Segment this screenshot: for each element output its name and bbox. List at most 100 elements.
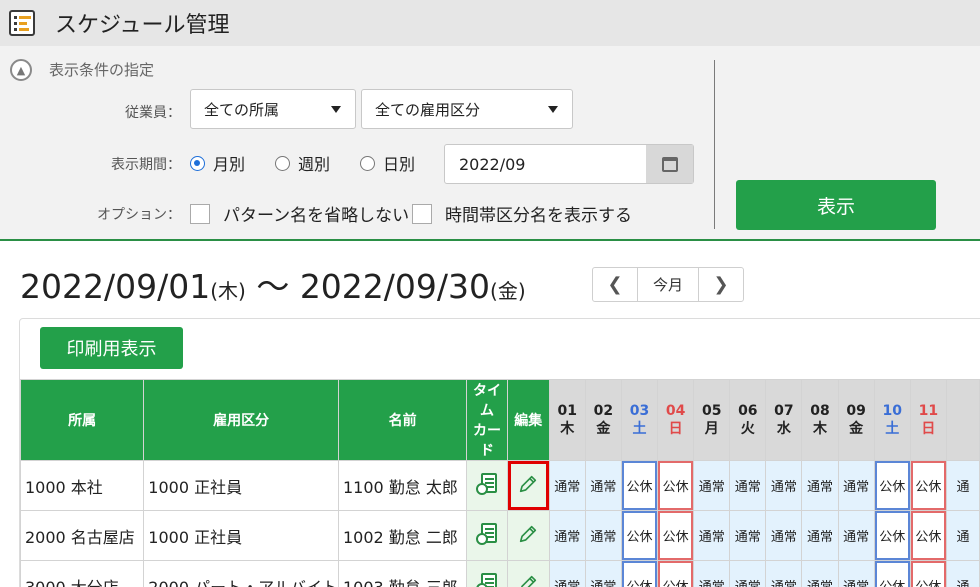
chevron-right-icon: ❯ bbox=[713, 274, 729, 295]
schedule-cell[interactable]: 通常 bbox=[693, 560, 731, 587]
timecard-icon[interactable] bbox=[476, 572, 498, 587]
schedule-cell[interactable]: 公休 bbox=[657, 510, 695, 561]
schedule-cell[interactable]: 公休 bbox=[873, 560, 911, 587]
pencil-icon[interactable] bbox=[517, 575, 539, 587]
schedule-cell[interactable]: 通常 bbox=[837, 460, 875, 511]
timecard-icon[interactable] bbox=[476, 472, 498, 495]
column-header-department: 所属 bbox=[19, 379, 145, 461]
schedule-cell[interactable]: 通 bbox=[945, 460, 980, 511]
schedule-cell[interactable]: 通常 bbox=[548, 510, 586, 561]
chevron-left-icon: ❮ bbox=[607, 274, 623, 295]
schedule-cell[interactable]: 通常 bbox=[801, 560, 839, 587]
radio-unselected-icon bbox=[275, 155, 290, 171]
edit-cell[interactable] bbox=[506, 460, 550, 511]
timecard-cell bbox=[466, 460, 508, 511]
schedule-cell[interactable]: 通常 bbox=[765, 510, 803, 561]
schedule-cell[interactable]: 通常 bbox=[729, 560, 767, 587]
period-radio-weekly[interactable]: 週別 bbox=[275, 151, 330, 175]
schedule-cell[interactable]: 公休 bbox=[620, 460, 659, 511]
day-dow: 火 bbox=[740, 421, 755, 437]
schedule-cell[interactable]: 公休 bbox=[873, 510, 911, 561]
employment-type-cell: 1000 正社員 bbox=[143, 510, 339, 561]
schedule-table: 所属 雇用区分 名前 タイム カード 編集 01 木 02 金 03 土 04 日 05… bbox=[19, 379, 980, 587]
page-title: スケジュール管理 bbox=[55, 13, 230, 38]
day-header: 06 火 bbox=[729, 379, 767, 461]
filter-section-label: 表示条件の指定 bbox=[49, 61, 155, 79]
department-cell: 1000 本社 bbox=[19, 460, 145, 511]
schedule-cell[interactable]: 通常 bbox=[837, 560, 875, 587]
timecard-icon[interactable] bbox=[476, 522, 498, 545]
calendar-button[interactable] bbox=[646, 145, 693, 183]
column-header-timecard: タイム カード bbox=[466, 379, 508, 461]
schedule-cell[interactable]: 公休 bbox=[909, 560, 947, 587]
table-row: 2000 名古屋店 1000 正社員 1002 勤怠 二郎 通常 通常 公休 公休 通常 通常通… bbox=[19, 510, 980, 561]
table-row: 1000 本社 1000 正社員 1100 勤怠 太郎 通常 通常 公休 公休 通常 通常 通常通… bbox=[19, 460, 980, 511]
schedule-cell[interactable]: 通常 bbox=[693, 510, 731, 561]
print-view-button[interactable]: 印刷用表示 bbox=[40, 327, 183, 369]
schedule-cell[interactable]: 通常 bbox=[584, 560, 622, 587]
month-input[interactable]: 2022/09 bbox=[444, 144, 694, 184]
schedule-cell[interactable]: 通常 bbox=[801, 510, 839, 561]
schedule-cell[interactable]: 通 bbox=[945, 560, 980, 587]
employment-type-select[interactable]: 全ての雇用区分 bbox=[361, 89, 573, 129]
schedule-cell[interactable]: 通常 bbox=[837, 510, 875, 561]
option-pattern-name-checkbox[interactable]: パターン名を省略しない bbox=[190, 201, 409, 226]
day-dow: 日 bbox=[668, 421, 683, 437]
schedule-cell[interactable]: 通常 bbox=[765, 460, 803, 511]
schedule-cell[interactable]: 通常 bbox=[584, 460, 622, 511]
day-header bbox=[945, 379, 980, 461]
checkbox-icon bbox=[412, 203, 432, 224]
schedule-cell[interactable]: 公休 bbox=[657, 560, 695, 587]
option-time-zone-checkbox[interactable]: 時間帯区分名を表示する bbox=[412, 201, 632, 226]
show-button[interactable]: 表示 bbox=[736, 180, 936, 230]
edit-cell[interactable] bbox=[506, 510, 550, 561]
employment-type-cell: 1000 正社員 bbox=[143, 460, 339, 511]
day-date: 03 bbox=[629, 403, 650, 419]
schedule-cell[interactable]: 公休 bbox=[873, 460, 911, 511]
schedule-cell[interactable]: 公休 bbox=[909, 510, 947, 561]
day-date: 07 bbox=[774, 403, 794, 419]
day-date: 09 bbox=[846, 403, 866, 419]
period-radio-label: 週別 bbox=[298, 155, 331, 174]
name-cell: 1002 勤怠 二郎 bbox=[337, 510, 468, 561]
schedule-cell[interactable]: 通 bbox=[945, 510, 980, 561]
schedule-cell[interactable]: 通常 bbox=[765, 560, 803, 587]
timecard-cell bbox=[466, 560, 508, 587]
period-radio-monthly[interactable]: 月別 bbox=[190, 151, 245, 175]
column-header-name: 名前 bbox=[337, 379, 468, 461]
checkbox-icon bbox=[190, 203, 210, 224]
pencil-icon[interactable] bbox=[517, 475, 539, 499]
schedule-cell[interactable]: 通常 bbox=[801, 460, 839, 511]
period-label: 表示期間： bbox=[111, 157, 181, 173]
day-dow: 木 bbox=[813, 421, 828, 437]
schedule-cell[interactable]: 通常 bbox=[729, 460, 767, 511]
schedule-cell[interactable]: 通常 bbox=[693, 460, 731, 511]
day-dow: 金 bbox=[849, 421, 864, 437]
chevron-up-icon[interactable]: ▲ bbox=[10, 59, 32, 81]
day-dow: 月 bbox=[704, 421, 719, 437]
day-date: 01 bbox=[557, 403, 577, 419]
timecard-header-line: カード bbox=[473, 423, 501, 459]
period-radio-label: 日別 bbox=[383, 155, 416, 174]
department-select[interactable]: 全ての所属 bbox=[190, 89, 356, 129]
schedule-cell[interactable]: 公休 bbox=[620, 560, 659, 587]
schedule-cell[interactable]: 通常 bbox=[548, 560, 586, 587]
next-button[interactable]: ❯ bbox=[699, 268, 743, 301]
schedule-cell[interactable]: 公休 bbox=[909, 460, 947, 511]
period-radio-daily[interactable]: 日別 bbox=[360, 151, 415, 175]
previous-button[interactable]: ❮ bbox=[593, 268, 637, 301]
day-date: 06 bbox=[738, 403, 758, 419]
schedule-cell[interactable]: 公休 bbox=[620, 510, 659, 561]
name-cell: 1100 勤怠 太郎 bbox=[337, 460, 468, 511]
pencil-icon[interactable] bbox=[517, 525, 539, 549]
this-month-button[interactable]: 今月 bbox=[637, 268, 699, 301]
schedule-cell[interactable]: 通常 bbox=[548, 460, 586, 511]
schedule-cell[interactable]: 通常 bbox=[729, 510, 767, 561]
schedule-cell[interactable]: 通常 bbox=[584, 510, 622, 561]
schedule-cell[interactable]: 公休 bbox=[657, 460, 695, 511]
day-date: 08 bbox=[810, 403, 830, 419]
column-header-employment-type: 雇用区分 bbox=[143, 379, 339, 461]
edit-cell[interactable] bbox=[506, 560, 550, 587]
day-header: 11 日 bbox=[909, 379, 947, 461]
day-dow: 金 bbox=[596, 421, 611, 437]
